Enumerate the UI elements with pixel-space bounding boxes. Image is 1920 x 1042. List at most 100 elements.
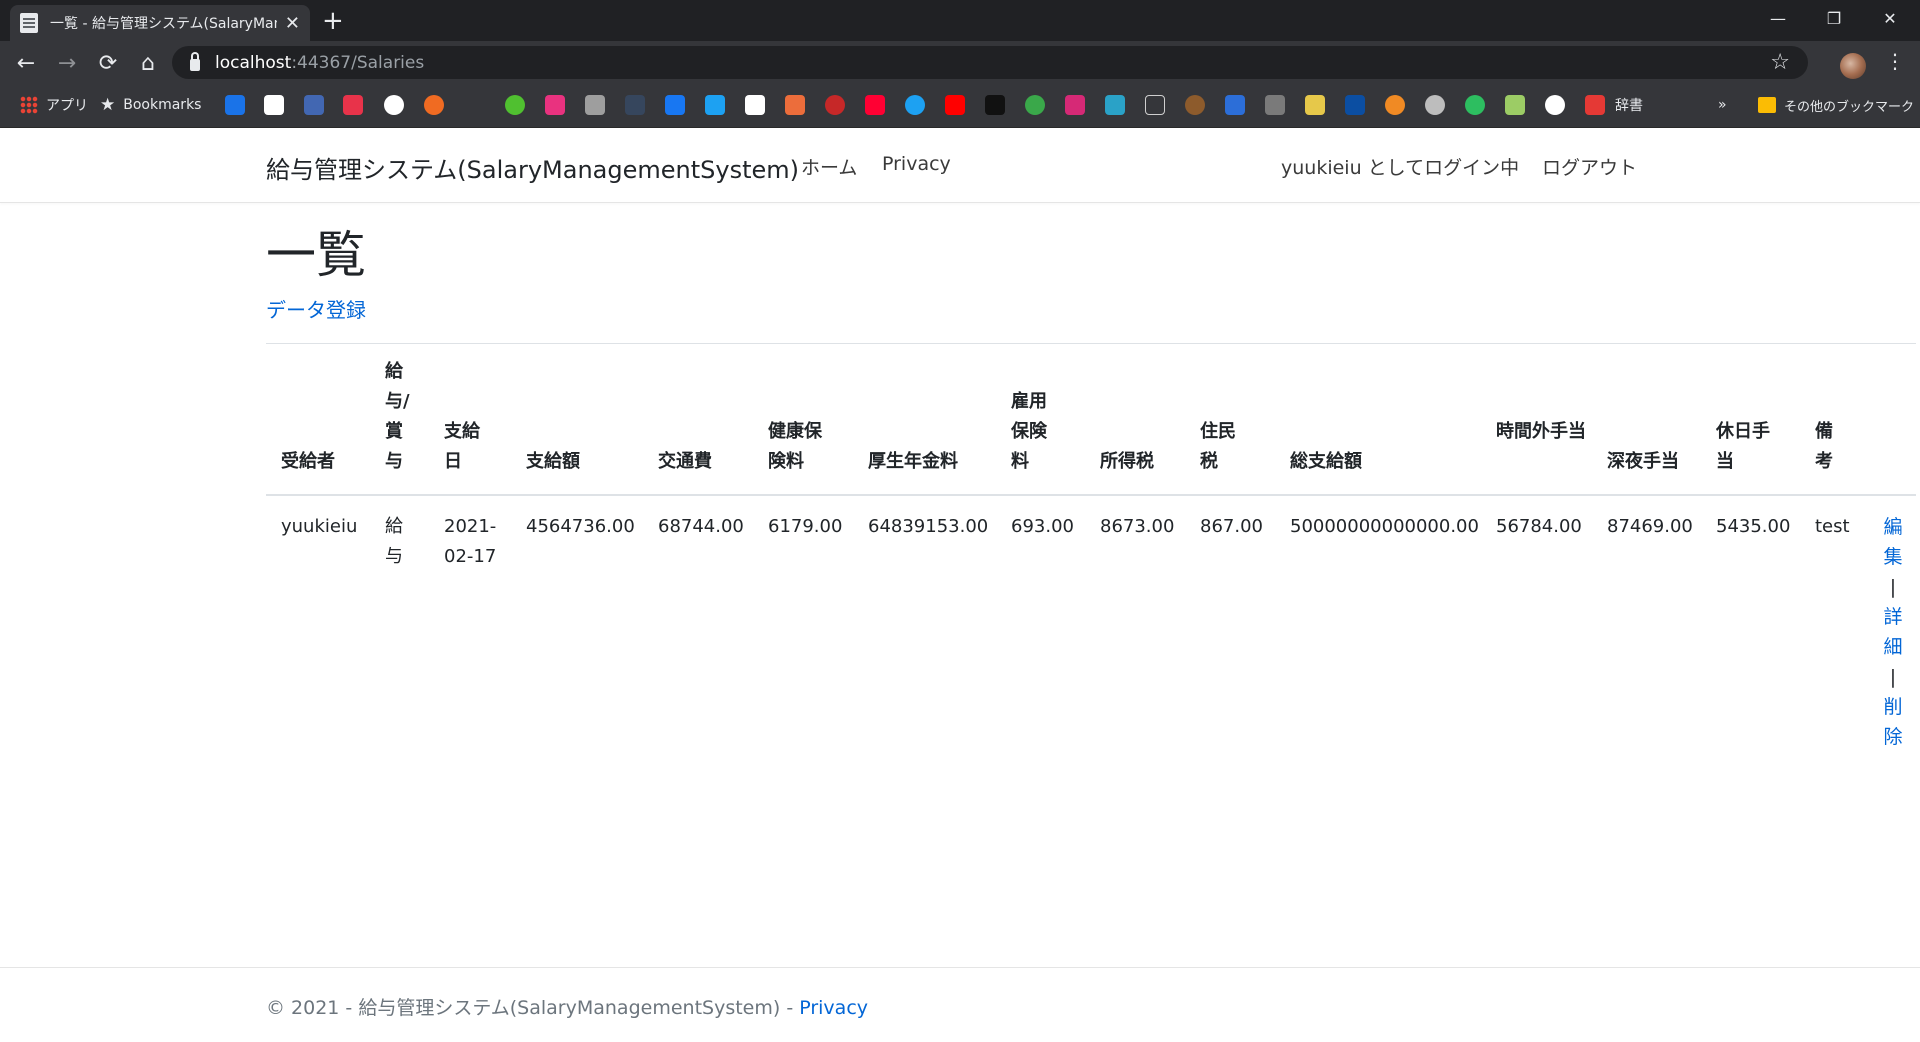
header-holiday: 休日手当 <box>1716 421 1770 472</box>
bookmark-item[interactable] <box>1265 93 1285 117</box>
apps-label: アプリ <box>46 98 88 114</box>
bookmark-item[interactable] <box>225 93 245 117</box>
bookmark-item[interactable] <box>1305 93 1325 117</box>
back-button[interactable]: ← <box>10 48 42 80</box>
bookmark-item[interactable] <box>264 93 284 117</box>
bookmark-item[interactable] <box>1185 93 1205 117</box>
edit-link[interactable]: 編集 <box>1880 512 1906 572</box>
cell-income-tax: 8673.00 <box>1100 516 1175 537</box>
footer-privacy-link[interactable]: Privacy <box>799 997 868 1019</box>
bookmark-favicon <box>505 95 525 115</box>
bookmark-item[interactable] <box>343 93 363 117</box>
site-brand[interactable]: 給与管理システム(SalaryManagementSystem) <box>266 150 799 185</box>
bookmark-favicon <box>985 95 1005 115</box>
cell-notes: test <box>1815 516 1850 537</box>
bookmark-item[interactable] <box>745 93 765 117</box>
github-icon <box>1545 95 1565 115</box>
bookmarks-label: Bookmarks <box>123 97 202 113</box>
tumblr-icon <box>625 95 645 115</box>
bookmarks-folder[interactable]: ★ Bookmarks <box>100 93 201 117</box>
bookmark-item[interactable] <box>705 93 725 117</box>
footer-divider <box>0 967 1920 968</box>
header-night: 深夜手当 <box>1607 451 1679 472</box>
instagram-icon <box>1065 95 1085 115</box>
bookmark-star-icon[interactable]: ☆ <box>1770 50 1790 75</box>
bookmark-item[interactable] <box>1545 93 1565 117</box>
profile-avatar[interactable] <box>1840 53 1866 79</box>
bookmarks-overflow-button[interactable]: » <box>1718 93 1727 117</box>
bookmark-favicon <box>1385 95 1405 115</box>
other-bookmarks-folder[interactable]: その他のブックマーク <box>1758 93 1914 117</box>
forward-button[interactable]: → <box>51 48 83 80</box>
wikipedia-icon <box>745 95 765 115</box>
cell-night: 87469.00 <box>1607 516 1693 537</box>
bookmark-item[interactable] <box>985 93 1005 117</box>
delete-link[interactable]: 削除 <box>1880 692 1906 752</box>
url-path: :44367/Salaries <box>291 52 425 73</box>
bookmark-item[interactable] <box>384 93 404 117</box>
bookmark-item[interactable] <box>304 93 324 117</box>
details-link[interactable]: 詳細 <box>1880 602 1906 662</box>
create-data-link[interactable]: データ登録 <box>266 294 366 323</box>
logout-link[interactable]: ログアウト <box>1542 153 1637 180</box>
bookmark-item[interactable] <box>1145 93 1165 117</box>
bookmark-item[interactable] <box>1105 93 1125 117</box>
new-tab-button[interactable]: + <box>322 4 344 38</box>
divider <box>266 343 1916 344</box>
nav-home-link[interactable]: ホーム <box>801 153 857 180</box>
bookmark-item[interactable] <box>505 93 525 117</box>
bookmark-item[interactable] <box>905 93 925 117</box>
bookmark-item[interactable] <box>825 93 845 117</box>
dictionary-bookmark[interactable]: 辞書 <box>1585 93 1643 117</box>
bookmark-item[interactable] <box>785 93 805 117</box>
bookmark-favicon <box>1505 95 1525 115</box>
cell-pension: 64839153.00 <box>868 516 989 537</box>
bookmark-item[interactable] <box>1425 93 1445 117</box>
bookmark-favicon <box>1145 95 1165 115</box>
lock-icon[interactable] <box>190 51 200 71</box>
bookmark-item[interactable] <box>625 93 645 117</box>
close-tab-icon[interactable]: ✕ <box>285 13 300 34</box>
bookmark-favicon <box>585 95 605 115</box>
browser-tab[interactable]: 一覧 - 給与管理システム(SalaryManagementSystem) ✕ <box>10 5 310 41</box>
header-employment-insurance: 雇用保険料 <box>1011 391 1047 472</box>
address-bar[interactable]: localhost:44367/Salaries ☆ <box>172 46 1808 79</box>
bookmark-favicon <box>825 95 845 115</box>
bookmark-favicon <box>1185 95 1205 115</box>
header-total: 総支給額 <box>1290 451 1362 472</box>
apps-bookmark[interactable]: アプリ <box>20 93 88 117</box>
minimize-button[interactable]: — <box>1750 0 1806 41</box>
header-income-tax: 所得税 <box>1100 451 1154 472</box>
nav-privacy-link[interactable]: Privacy <box>882 153 951 175</box>
close-window-button[interactable]: ✕ <box>1862 0 1918 41</box>
page-icon <box>20 13 38 33</box>
bookmark-item[interactable] <box>424 93 444 117</box>
restore-button[interactable]: ❐ <box>1806 0 1862 41</box>
bookmark-favicon <box>1105 95 1125 115</box>
facebook-icon <box>304 95 324 115</box>
bookmark-item[interactable] <box>1465 93 1485 117</box>
browser-menu-icon[interactable]: ⋮ <box>1880 44 1910 78</box>
evernote-icon <box>1465 95 1485 115</box>
bookmark-item[interactable] <box>585 93 605 117</box>
action-separator: | <box>1889 576 1897 598</box>
reload-button[interactable]: ⟳ <box>92 48 124 80</box>
bookmark-item[interactable] <box>945 93 965 117</box>
bookmark-item[interactable] <box>1225 93 1245 117</box>
bookmark-item[interactable] <box>1345 93 1365 117</box>
bookmark-item[interactable] <box>545 93 565 117</box>
bookmark-favicon <box>1305 95 1325 115</box>
dictionary-icon <box>1585 95 1605 115</box>
header-transport: 交通費 <box>658 451 712 472</box>
bookmark-item[interactable] <box>1385 93 1405 117</box>
twitter-icon <box>905 95 925 115</box>
cell-holiday: 5435.00 <box>1716 516 1791 537</box>
apps-grid-icon <box>20 96 38 114</box>
footer-copyright: © 2021 - 給与管理システム(SalaryManagementSystem… <box>266 997 800 1019</box>
bookmark-item[interactable] <box>1505 93 1525 117</box>
bookmark-item[interactable] <box>865 93 885 117</box>
home-button[interactable]: ⌂ <box>132 48 164 80</box>
bookmark-item[interactable] <box>665 93 685 117</box>
bookmark-item[interactable] <box>1025 93 1045 117</box>
bookmark-item[interactable] <box>1065 93 1085 117</box>
